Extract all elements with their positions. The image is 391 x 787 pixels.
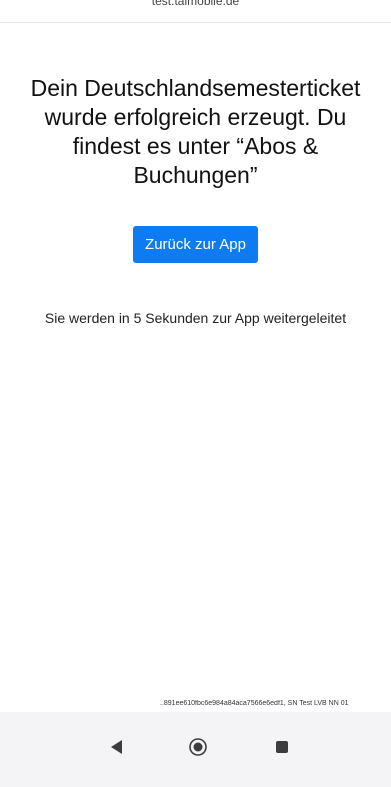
url-text: test.taimobile.de [151, 0, 240, 8]
home-nav-button[interactable] [183, 732, 213, 762]
system-navigation-bar [0, 712, 391, 787]
success-headline: Dein Deutschlandsemesterticket wurde erf… [30, 75, 361, 188]
home-circle-icon [189, 738, 207, 756]
recent-apps-square-icon [276, 741, 288, 753]
page: test.taimobile.de Dein Deutschlandsemest… [0, 0, 391, 787]
back-to-app-button[interactable]: Zurück zur App [133, 226, 258, 263]
back-triangle-icon [111, 740, 122, 754]
main-content: Dein Deutschlandsemesterticket wurde erf… [0, 74, 391, 326]
redirect-message: Sie werden in 5 Sekunden zur App weiterg… [44, 310, 347, 326]
footer-info-text: ..891ee610fbc6e984a84aca7566e6edf1, SN T… [160, 700, 349, 707]
recent-apps-nav-button[interactable] [267, 732, 297, 762]
browser-url-bar[interactable]: test.taimobile.de [0, 0, 391, 23]
back-nav-button[interactable] [102, 732, 132, 762]
